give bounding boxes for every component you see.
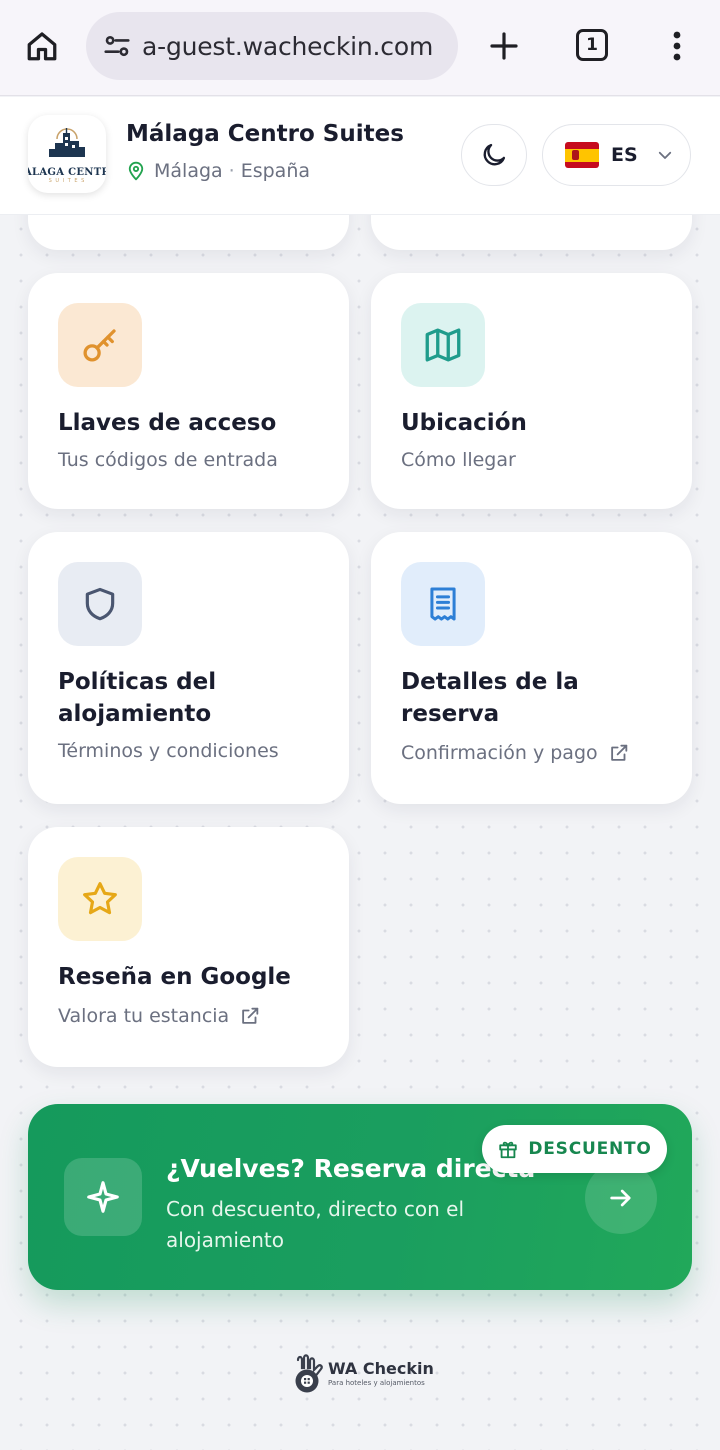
theme-toggle-button[interactable] (461, 124, 527, 186)
card-subtitle: Tus códigos de entrada (58, 449, 333, 471)
card-subtitle: Términos y condiciones (58, 740, 333, 762)
map-pin-icon (126, 159, 148, 183)
url-text: a-guest.wacheckin.com (142, 31, 434, 61)
card-access-keys[interactable]: Llaves de acceso Tus códigos de entrada (28, 273, 349, 509)
promo-subtitle: Con descuento, directo con el alojamient… (166, 1197, 464, 1252)
card-title: Ubicación (401, 410, 527, 436)
card-title: Llaves de acceso (58, 410, 277, 436)
card-subtitle-text: Términos y condiciones (58, 740, 279, 762)
key-icon (58, 303, 142, 387)
external-link-icon (239, 1005, 261, 1027)
map-icon (401, 303, 485, 387)
location-country: España (240, 160, 311, 182)
receipt-icon (401, 562, 485, 646)
card-subtitle: Valora tu estancia (58, 1005, 333, 1027)
wa-checkin-logo-icon (295, 1354, 323, 1393)
card-google-review[interactable]: Reseña en Google Valora tu estancia (28, 827, 349, 1067)
app-header: ALAGA CENTR S U I T E S Málaga Centro Su… (0, 97, 720, 215)
location-city: Málaga (154, 160, 223, 182)
card-title: Detalles de la reserva (401, 669, 579, 727)
home-icon[interactable] (22, 24, 62, 68)
browser-toolbar: a-guest.wacheckin.com 1 (0, 0, 720, 96)
address-bar[interactable]: a-guest.wacheckin.com (86, 12, 458, 80)
card-location[interactable]: Ubicación Cómo llegar (371, 273, 692, 509)
card-policies[interactable]: Políticas del alojamiento Términos y con… (28, 532, 349, 804)
card-subtitle: Confirmación y pago (401, 742, 676, 764)
footer-brand: WA Checkin (328, 1359, 434, 1378)
shield-icon (58, 562, 142, 646)
chevron-down-icon (658, 151, 671, 159)
card-subtitle-text: Cómo llegar (401, 449, 516, 471)
tab-switcher-button[interactable]: 1 (576, 29, 608, 61)
new-tab-icon[interactable] (484, 26, 524, 66)
promo-title: ¿Vuelves? Reserva directa (166, 1154, 536, 1183)
hotel-name: Málaga Centro Suites (126, 121, 404, 147)
direct-booking-banner[interactable]: ¿Vuelves? Reserva directa Con descuento,… (28, 1104, 692, 1290)
more-menu-icon[interactable] (662, 26, 692, 66)
language-code: ES (611, 144, 638, 166)
discount-badge: DESCUENTO (482, 1125, 667, 1173)
location-separator: · (228, 160, 235, 182)
card-booking-details[interactable]: Detalles de la reserva Confirmación y pa… (371, 532, 692, 804)
logo-text: ALAGA CENTR (28, 166, 106, 178)
card-title: Políticas del alojamiento (58, 669, 217, 727)
moon-icon (483, 143, 506, 166)
sparkle-icon (64, 1158, 142, 1236)
language-selector[interactable]: ES (542, 124, 691, 186)
hotel-building-icon (49, 127, 85, 157)
footer-tagline: Para hoteles y alojamientos (328, 1379, 425, 1387)
logo-subtext: S U I T E S (48, 177, 86, 184)
hotel-logo: ALAGA CENTR S U I T E S (28, 115, 106, 193)
site-settings-icon[interactable] (100, 29, 134, 63)
card-subtitle: Cómo llegar (401, 449, 676, 471)
badge-text: DESCUENTO (528, 1139, 652, 1159)
powered-by-footer[interactable]: WA Checkin Para hoteles y alojamientos (292, 1352, 434, 1396)
spain-flag-icon (565, 142, 599, 168)
card-subtitle-text: Confirmación y pago (401, 742, 598, 764)
card-subtitle-text: Valora tu estancia (58, 1005, 230, 1027)
card-subtitle-text: Tus códigos de entrada (58, 449, 278, 471)
external-link-icon (608, 742, 630, 764)
star-icon (58, 857, 142, 941)
card-title: Reseña en Google (58, 964, 291, 990)
hotel-location: Málaga · España (126, 159, 310, 183)
gift-icon (497, 1138, 519, 1160)
